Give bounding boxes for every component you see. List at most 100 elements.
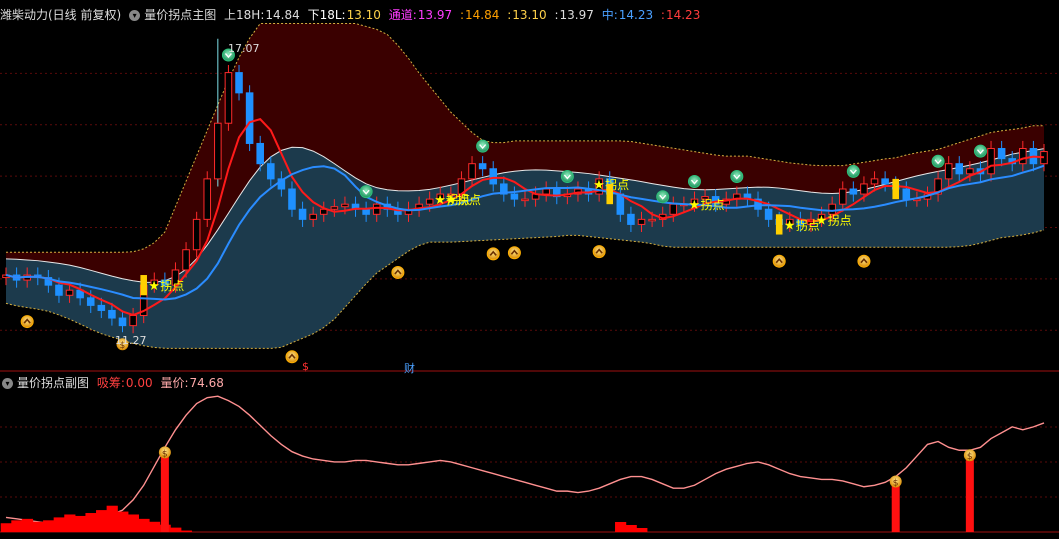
absorb-bar: [636, 528, 648, 532]
absorb-bar: [21, 518, 34, 532]
channel-value-1: 13.97: [417, 8, 453, 22]
sell-signal-icon: [560, 169, 574, 183]
upper-value: 14.84: [265, 8, 300, 22]
candle-body: [362, 208, 370, 215]
sub-indicator-name[interactable]: 量价拐点副图: [17, 376, 89, 390]
candle-body: [256, 142, 264, 165]
mid-value-1: 14.23: [618, 8, 654, 22]
candle-body: [86, 297, 95, 306]
absorb-bar: [11, 520, 23, 532]
mid-value-2: 14.23: [665, 8, 701, 22]
candle-body: [372, 203, 381, 215]
buy-signal-icon: [486, 247, 500, 261]
money-bag-symbol: $: [893, 479, 899, 489]
highlight-bar: [775, 214, 783, 235]
upper-label: 上18H:: [224, 8, 265, 22]
candle-body: [224, 72, 233, 124]
signal-column: [891, 484, 900, 532]
absorb-bar: [180, 530, 192, 532]
dividend-event-label[interactable]: $: [302, 360, 309, 373]
candle-body: [203, 178, 212, 220]
absorb-bar: [106, 505, 118, 532]
finance-event-label[interactable]: 财: [404, 360, 415, 376]
price-chart[interactable]: ★ 拐点★ 拐点★ 拐点★ 拐点★ 拐点★ 拐点★ 拐点$ $$$: [0, 0, 1059, 539]
sub-chart-header: ▾ 量价拐点副图 吸筹:0.00 量价:74.68: [0, 374, 228, 392]
candle-body: [468, 163, 476, 180]
candle-body: [881, 178, 889, 185]
candle-body: [182, 249, 190, 271]
pivot-star-icon: ★: [784, 218, 796, 233]
money-bag-symbol: $: [967, 452, 973, 462]
sell-signal-icon: [656, 190, 670, 204]
candle-body: [616, 193, 625, 215]
sub-chart: $ $ $: [0, 395, 1045, 532]
candle-body: [648, 218, 656, 222]
candle-body: [870, 178, 879, 185]
absorb-bar: [53, 517, 65, 532]
candle-body: [860, 183, 868, 195]
buy-signal-icon: [507, 246, 521, 260]
mid-label: 中:: [601, 8, 618, 22]
pivot-label: 拐点: [700, 197, 724, 212]
absorb-bar: [148, 521, 161, 532]
candle-body: [997, 148, 1006, 160]
pivot-label: 拐点: [160, 278, 184, 293]
candle-body: [309, 213, 317, 220]
buy-signal-icon: [592, 245, 606, 259]
candle-body: [764, 208, 773, 220]
candle-body: [288, 188, 296, 210]
sell-signal-icon: [687, 175, 701, 189]
buy-signal-icon: [857, 254, 871, 268]
candle-body: [510, 193, 519, 200]
highlight-bar: [140, 275, 147, 296]
absorb-bar: [0, 523, 12, 532]
absorb-bar: [64, 514, 76, 532]
candle-body: [669, 203, 678, 215]
candle-body: [129, 315, 137, 327]
pivot-star-icon: ★: [688, 198, 700, 213]
candle-body: [637, 218, 646, 225]
signal-column: [965, 458, 974, 532]
absorb-bar: [138, 518, 150, 532]
candle-body: [245, 92, 254, 144]
candle-body: [478, 163, 487, 170]
money-bag-symbol: $: [162, 449, 168, 459]
candle-body: [955, 163, 964, 175]
buy-signal-icon: [772, 254, 786, 268]
chevron-down-icon[interactable]: ▾: [129, 10, 141, 21]
volprice-label: 量价:: [160, 376, 189, 390]
channel-value-2: 14.84: [465, 8, 500, 22]
candle-body: [118, 317, 127, 327]
candle-body: [97, 304, 106, 311]
absorb-bar: [127, 514, 139, 532]
pivot-label: 拐点: [828, 212, 852, 227]
buy-signal-icon: [391, 265, 405, 279]
candle-body: [214, 122, 222, 180]
pivot-star-icon: ★: [816, 213, 828, 228]
pivot-star-icon: ★: [148, 279, 160, 294]
candle-body: [521, 198, 529, 202]
signal-column: [160, 455, 169, 532]
channel-value-3: 13.10: [512, 8, 547, 22]
candle-body: [192, 218, 201, 251]
candle-body: [944, 163, 953, 180]
buy-signal-icon: [20, 315, 34, 329]
candle-body: [838, 188, 847, 205]
main-chart-header: 潍柴动力(日线 前复权) ▾ 量价拐点主图 上18H:14.84 下18L:13.1…: [0, 8, 701, 22]
sell-signal-icon: [476, 139, 490, 153]
candle-body: [330, 206, 339, 210]
main-indicator-name[interactable]: 量价拐点主图: [144, 8, 216, 22]
candle-body: [108, 309, 116, 319]
sell-signal-icon: [359, 185, 373, 199]
volprice-value: 74.68: [189, 376, 224, 390]
candle-body: [902, 188, 911, 200]
absorb-bar: [96, 510, 108, 532]
pivot-star-icon: ★: [593, 178, 605, 193]
absorb-bar: [32, 521, 44, 532]
candle-body: [966, 168, 974, 175]
chevron-down-icon[interactable]: ▾: [2, 378, 13, 389]
absorb-bar: [170, 527, 182, 532]
candle-body: [987, 148, 995, 175]
stock-title[interactable]: 潍柴动力(日线 前复权): [0, 8, 121, 22]
lower-label: 下18L:: [307, 8, 346, 22]
